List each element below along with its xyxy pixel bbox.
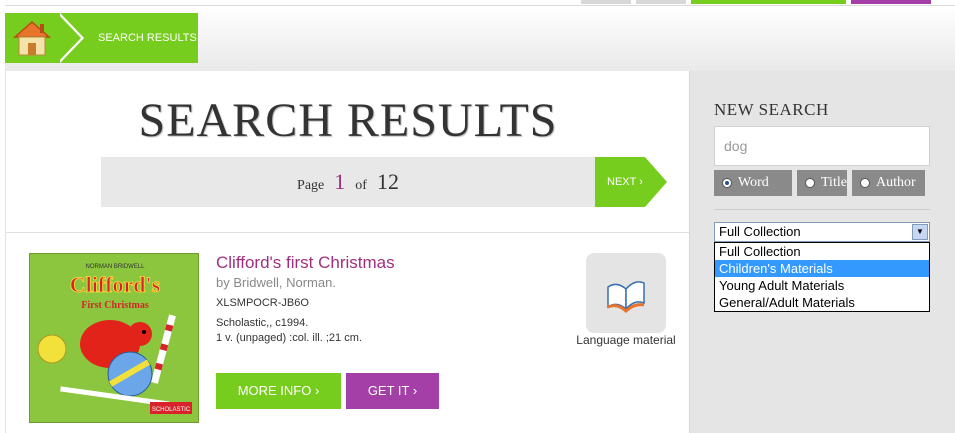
page-title: SEARCH RESULTS bbox=[138, 94, 558, 147]
home-arrow bbox=[57, 13, 81, 63]
home-button[interactable] bbox=[5, 13, 60, 63]
collection-dropdown: Full Collection Children's Materials You… bbox=[714, 242, 930, 312]
top-tab-green[interactable] bbox=[691, 0, 846, 4]
format-icon-box bbox=[586, 253, 666, 333]
result-title-link[interactable]: Clifford's first Christmas bbox=[216, 253, 395, 273]
new-search-title: NEW SEARCH bbox=[714, 100, 829, 119]
pager-of-word: of bbox=[355, 178, 367, 193]
chevron-down-icon[interactable]: ▼ bbox=[912, 224, 928, 240]
pager-current-page[interactable]: 1 bbox=[334, 169, 345, 194]
format-label: Language material bbox=[576, 333, 676, 347]
book-cover-image[interactable]: NORMAN BRIDWELL Clifford's First Christm… bbox=[29, 253, 199, 423]
cover-title-line2: First Christmas bbox=[81, 300, 149, 311]
pager-total-pages: 12 bbox=[376, 169, 399, 194]
top-tab-1[interactable] bbox=[581, 0, 631, 4]
result-description: 1 v. (unpaged) :col. ill. ;21 cm. bbox=[216, 332, 362, 344]
next-page-button[interactable]: NEXT › bbox=[595, 157, 667, 207]
radio-title[interactable]: Title bbox=[797, 170, 847, 196]
collection-option-young-adult[interactable]: Young Adult Materials bbox=[715, 277, 929, 294]
radio-author-dot bbox=[860, 178, 870, 188]
top-tab-purple[interactable] bbox=[851, 0, 931, 4]
open-book-icon bbox=[607, 281, 645, 314]
new-search-sidebar: NEW SEARCH dog Word Title Author Full Co… bbox=[689, 71, 955, 433]
breadcrumb-label: SEARCH RESULTS bbox=[98, 32, 197, 44]
home-icon bbox=[13, 20, 51, 56]
pager-bar: Page 1 of 12 bbox=[101, 157, 595, 207]
radio-word[interactable]: Word bbox=[714, 170, 792, 196]
result-author: by Bridwell, Norman. bbox=[216, 275, 336, 290]
cover-publisher-badge: SCHOLASTIC bbox=[152, 407, 191, 413]
collection-select-value: Full Collection bbox=[719, 224, 801, 239]
collection-option-full[interactable]: Full Collection bbox=[715, 243, 929, 260]
more-info-button[interactable]: MORE INFO › bbox=[216, 373, 341, 409]
collection-select[interactable]: Full Collection ▼ bbox=[714, 222, 930, 242]
result-id: XLSMPOCR-JB6O bbox=[216, 297, 309, 309]
search-input[interactable]: dog bbox=[714, 126, 930, 166]
cover-author-line: NORMAN BRIDWELL bbox=[85, 264, 145, 270]
result-publisher: Scholastic,, c1994. bbox=[216, 317, 309, 329]
content-divider bbox=[6, 232, 690, 233]
get-it-button[interactable]: GET IT › bbox=[346, 373, 439, 409]
radio-author[interactable]: Author bbox=[852, 170, 925, 196]
radio-author-label: Author bbox=[876, 175, 916, 190]
radio-title-dot bbox=[805, 178, 815, 188]
main-panel: SEARCH RESULTS Page 1 of 12 NEXT › NORMAN B… bbox=[5, 71, 690, 433]
collection-option-general-adult[interactable]: General/Adult Materials bbox=[715, 294, 929, 311]
pager-text: Page 1 of 12 bbox=[101, 157, 595, 207]
pager-page-word: Page bbox=[297, 178, 325, 193]
radio-title-label: Title bbox=[821, 175, 847, 190]
collection-option-children[interactable]: Children's Materials bbox=[715, 260, 929, 277]
radio-word-dot bbox=[722, 178, 732, 188]
sidebar-divider bbox=[714, 209, 930, 210]
top-tab-2[interactable] bbox=[636, 0, 686, 4]
radio-word-label: Word bbox=[738, 175, 769, 190]
cover-title-line1: Clifford's bbox=[70, 272, 161, 297]
